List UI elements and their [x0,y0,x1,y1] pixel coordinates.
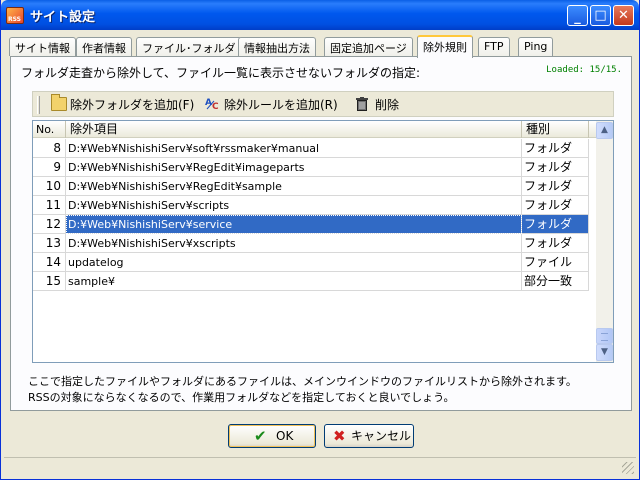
chevron-up-icon: ▲ [601,125,608,135]
tab-site-info[interactable]: サイト情報 [9,37,76,56]
column-header-item[interactable]: 除外項目 [66,121,522,138]
tab-info-extraction[interactable]: 情報抽出方法 [238,37,316,56]
table-row[interactable]: 8 D:¥Web¥NishishiServ¥soft¥rssmaker¥manu… [33,139,589,158]
delete-button[interactable]: 削除 [354,96,401,115]
row-no: 10 [33,177,66,196]
svg-text:A: A [205,98,212,108]
add-exclude-folder-button[interactable]: 除外フォルダを追加(F) [49,94,196,115]
row-item: D:¥Web¥NishishiServ¥RegEdit¥imageparts [66,158,522,177]
checkmark-icon: ✔ [254,427,267,445]
exclusion-toolbar: 除外フォルダを追加(F) AC 除外ルールを追加(R) 削除 [32,91,614,117]
row-no: 12 [33,215,66,234]
list-header: No. 除外項目 種別 [33,121,613,138]
app-icon-text: RSS [8,16,21,23]
row-item: updatelog [66,253,522,272]
maximize-icon: □ [594,8,607,23]
loaded-status: Loaded: 15/15. [546,65,622,75]
row-kind: フォルダ [522,158,589,177]
ok-button[interactable]: ✔ OK [228,424,316,448]
row-item: sample¥ [66,272,522,291]
ok-button-label: OK [276,429,294,443]
row-kind: フォルダ [522,215,589,234]
add-exclude-rule-button[interactable]: AC 除外ルールを追加(R) [203,96,340,115]
trash-icon [356,97,372,111]
column-header-no[interactable]: No. [33,121,66,138]
minimize-button[interactable]: _ [567,5,588,26]
row-no: 15 [33,272,66,291]
scroll-down-button[interactable]: ▼ [596,344,613,361]
row-no: 14 [33,253,66,272]
cross-icon: ✖ [333,427,346,445]
close-button[interactable]: ✕ [613,5,634,26]
row-kind: フォルダ [522,234,589,253]
cancel-button-label: キャンセル [351,429,412,443]
row-item: D:¥Web¥NishishiServ¥service [66,215,522,234]
tab-ping[interactable]: Ping [518,37,554,56]
status-bar [4,457,636,476]
tab-fixed-pages[interactable]: 固定追加ページ [324,37,413,56]
row-kind: フォルダ [522,196,589,215]
tab-author-info[interactable]: 作者情報 [76,37,132,56]
svg-text:C: C [212,102,219,111]
title-bar[interactable]: RSS サイト設定 _ □ ✕ [1,0,639,30]
close-icon: ✕ [618,8,629,23]
column-header-kind[interactable]: 種別 [522,121,589,138]
exclusion-list[interactable]: No. 除外項目 種別 8 D:¥Web¥NishishiServ¥soft¥r… [32,120,614,363]
chevron-down-icon: ▼ [601,347,608,357]
row-item: D:¥Web¥NishishiServ¥scripts [66,196,522,215]
abc-rule-icon: AC [205,96,221,112]
row-kind: 部分一致 [522,272,589,291]
maximize-button[interactable]: □ [590,5,611,26]
row-item: D:¥Web¥NishishiServ¥xscripts [66,234,522,253]
row-no: 13 [33,234,66,253]
exclusion-description: フォルダ走査から除外して、ファイル一覧に表示させないフォルダの指定: [21,66,421,80]
table-row[interactable]: 15 sample¥ 部分一致 [33,272,589,291]
scroll-up-button[interactable]: ▲ [596,122,613,139]
rss-app-icon: RSS [6,7,24,24]
site-settings-window: RSS サイト設定 _ □ ✕ サイト情報 作者情報 ファイル･フォルダ 情報抽… [0,0,640,480]
tab-ftp[interactable]: FTP [478,37,510,56]
row-no: 11 [33,196,66,215]
tab-file-folder[interactable]: ファイル･フォルダ [136,37,242,56]
row-item: D:¥Web¥NishishiServ¥RegEdit¥sample [66,177,522,196]
table-row-selected[interactable]: 12 D:¥Web¥NishishiServ¥service フォルダ [33,215,589,234]
window-title: サイト設定 [30,10,96,25]
scroll-thumb[interactable] [596,328,613,344]
delete-label: 削除 [375,98,400,112]
toolbar-grip [37,96,40,114]
table-row[interactable]: 10 D:¥Web¥NishishiServ¥RegEdit¥sample フォ… [33,177,589,196]
row-kind: フォルダ [522,139,589,158]
exclusion-note-line1: ここで指定したファイルやフォルダにあるファイルは、メインウインドウのファイルリス… [28,375,577,388]
cancel-button[interactable]: ✖ キャンセル [324,424,414,448]
row-item: D:¥Web¥NishishiServ¥soft¥rssmaker¥manual [66,139,522,158]
table-row[interactable]: 9 D:¥Web¥NishishiServ¥RegEdit¥imageparts… [33,158,589,177]
row-kind: フォルダ [522,177,589,196]
add-exclude-folder-label: 除外フォルダを追加(F) [70,98,195,112]
table-row[interactable]: 14 updatelog ファイル [33,253,589,272]
resize-grip-icon[interactable] [622,462,634,474]
table-row[interactable]: 13 D:¥Web¥NishishiServ¥xscripts フォルダ [33,234,589,253]
row-no: 9 [33,158,66,177]
add-exclude-rule-label: 除外ルールを追加(R) [224,98,338,112]
exclusion-note-line2: RSSの対象にならなくなるので、作業用フォルダなどを指定しておくと良いでしょう。 [28,391,455,404]
row-no: 8 [33,139,66,158]
minimize-icon: _ [574,10,581,25]
folder-icon [51,94,67,111]
row-kind: ファイル [522,253,589,272]
vertical-scrollbar[interactable]: ▲ ▼ [596,121,613,362]
tab-exclusion-rules[interactable]: 除外規則 [417,35,473,58]
table-row[interactable]: 11 D:¥Web¥NishishiServ¥scripts フォルダ [33,196,589,215]
